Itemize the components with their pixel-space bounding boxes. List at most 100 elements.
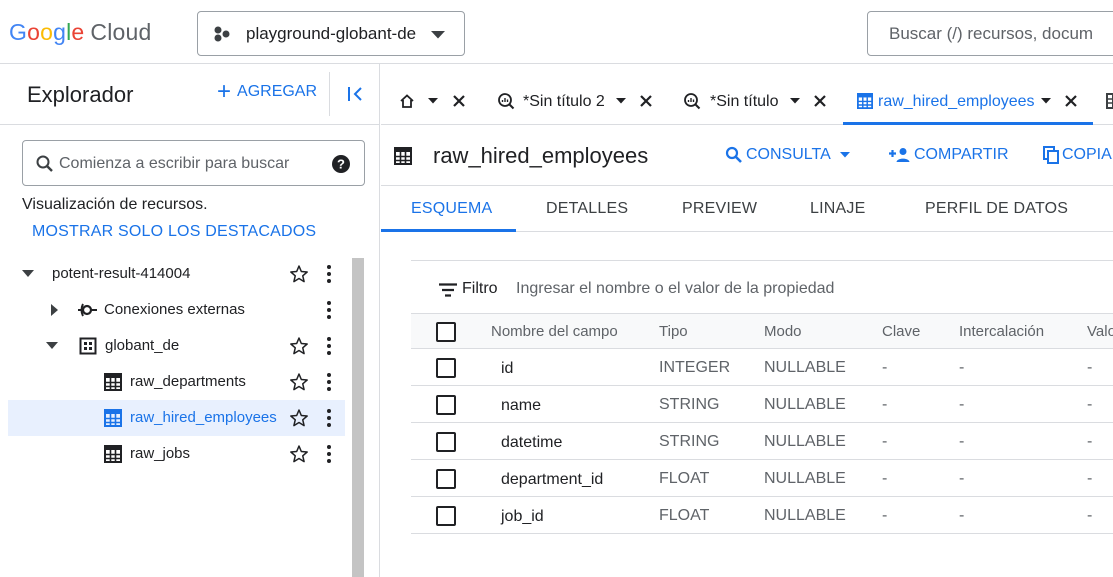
column-header[interactable]: Intercalación — [959, 323, 1044, 340]
star-icon[interactable] — [289, 264, 309, 284]
top-bar: Google Cloud playground-globant-de Buscar… — [0, 0, 1113, 64]
project-picker[interactable]: playground-globant-de — [197, 11, 465, 56]
more-options-icon[interactable] — [326, 336, 332, 356]
tree-item-table[interactable]: raw_departments — [8, 364, 345, 400]
table-icon — [104, 409, 122, 427]
resource-subtabs: ESQUEMA DETALLES PREVIEW LINAJE PERFIL D… — [381, 186, 1113, 232]
project-label: potent-result-414004 — [52, 265, 191, 282]
table-icon[interactable] — [1106, 93, 1113, 109]
tab-details[interactable]: DETALLES — [516, 186, 636, 232]
tab-schema[interactable]: ESQUEMA — [381, 186, 516, 232]
query-icon — [683, 92, 701, 110]
column-header[interactable]: Clave — [882, 323, 920, 340]
editor-tab-bar: *Sin título 2 *Sin título raw_hired_empl… — [381, 64, 1113, 125]
star-icon[interactable] — [289, 372, 309, 392]
chevron-down-icon[interactable] — [428, 98, 438, 104]
copy-button[interactable]: COPIA — [1043, 146, 1112, 164]
field-default: - — [1087, 507, 1093, 524]
tab-table[interactable]: raw_hired_employees — [843, 79, 1093, 125]
explorer-title: Explorador — [27, 82, 134, 107]
logo-cloud-text: Cloud — [90, 19, 152, 45]
chevron-down-icon — [430, 30, 446, 40]
column-header[interactable]: Valo — [1087, 323, 1113, 340]
row-checkbox[interactable] — [436, 395, 456, 415]
more-options-icon[interactable] — [326, 264, 332, 284]
row-checkbox[interactable] — [436, 469, 456, 489]
field-collation: - — [959, 507, 965, 524]
field-name: datetime — [501, 434, 563, 451]
close-icon[interactable] — [813, 94, 827, 108]
google-cloud-logo[interactable]: Google Cloud — [9, 19, 152, 46]
table-icon — [104, 445, 122, 463]
field-name: name — [501, 397, 542, 414]
more-options-icon[interactable] — [326, 408, 332, 428]
chevron-down-icon[interactable] — [790, 98, 800, 104]
tab-query[interactable]: *Sin título — [667, 79, 837, 125]
row-checkbox[interactable] — [436, 506, 456, 526]
tree-item-table[interactable]: raw_jobs — [8, 436, 345, 472]
chevron-down-icon[interactable] — [616, 98, 626, 104]
field-mode: NULLABLE — [764, 359, 846, 376]
share-button[interactable]: COMPARTIR — [889, 146, 1009, 164]
tree-item-project[interactable]: potent-result-414004 — [8, 256, 345, 292]
tree-item-dataset[interactable]: globant_de — [8, 328, 345, 364]
schema-filter-bar[interactable]: Filtro Ingresar el nombre o el valor de … — [411, 260, 1113, 313]
show-starred-link[interactable]: MOSTRAR SOLO LOS DESTACADOS — [32, 223, 316, 241]
column-header[interactable]: Modo — [764, 323, 802, 340]
more-options-icon[interactable] — [326, 444, 332, 464]
project-icon — [212, 24, 232, 44]
star-icon[interactable] — [289, 336, 309, 356]
tab-data-profile[interactable]: PERFIL DE DATOS — [895, 186, 1085, 232]
tree-item-external-connections[interactable]: Conexiones externas — [8, 292, 345, 328]
field-name: id — [501, 360, 514, 377]
row-checkbox[interactable] — [436, 358, 456, 378]
close-icon[interactable] — [452, 94, 466, 108]
help-icon[interactable]: ? — [331, 154, 351, 174]
row-checkbox[interactable] — [436, 432, 456, 452]
close-icon[interactable] — [639, 94, 653, 108]
more-options-icon[interactable] — [326, 372, 332, 392]
tab-home[interactable] — [381, 79, 477, 125]
more-options-icon[interactable] — [326, 300, 332, 320]
explorer-search-input[interactable]: Comienza a escribir para buscar ? — [22, 140, 365, 186]
field-collation: - — [959, 433, 965, 450]
expand-down-icon[interactable] — [45, 341, 59, 351]
close-icon[interactable] — [1064, 94, 1078, 108]
filter-icon — [439, 283, 457, 297]
field-key: - — [882, 396, 888, 413]
dataset-label: globant_de — [105, 337, 180, 354]
table-row[interactable]: id INTEGER NULLABLE - - - — [411, 349, 1113, 386]
column-header[interactable]: Nombre del campo — [491, 323, 618, 340]
table-row[interactable]: name STRING NULLABLE - - - — [411, 386, 1113, 423]
tree-item-table-selected[interactable]: raw_hired_employees — [8, 400, 345, 436]
select-all-checkbox[interactable] — [436, 322, 456, 342]
star-icon[interactable] — [289, 408, 309, 428]
table-row[interactable]: department_id FLOAT NULLABLE - - - — [411, 460, 1113, 497]
query-button-label: CONSULTA — [746, 146, 831, 163]
explorer-scrollbar[interactable] — [352, 258, 364, 577]
logo-letter: o — [40, 19, 54, 45]
logo-letter: o — [27, 19, 41, 45]
tab-lineage[interactable]: LINAJE — [781, 186, 891, 232]
field-mode: NULLABLE — [764, 433, 846, 450]
plus-icon: + — [217, 78, 232, 105]
collapse-panel-icon[interactable] — [346, 84, 366, 104]
schema-table: Nombre del campo Tipo Modo Clave Interca… — [411, 313, 1113, 534]
tab-preview[interactable]: PREVIEW — [653, 186, 763, 232]
star-icon[interactable] — [289, 444, 309, 464]
filter-label: Filtro — [462, 280, 498, 297]
query-button[interactable]: CONSULTA — [725, 146, 850, 164]
tab-query[interactable]: *Sin título 2 — [481, 79, 661, 125]
table-row[interactable]: datetime STRING NULLABLE - - - — [411, 423, 1113, 460]
expand-down-icon[interactable] — [21, 269, 35, 279]
dataset-icon — [79, 337, 97, 355]
global-search-input[interactable]: Buscar (/) recursos, docum — [867, 11, 1113, 56]
expand-right-icon[interactable] — [50, 303, 60, 317]
add-button[interactable]: + AGREGAR — [217, 78, 317, 105]
column-header[interactable]: Tipo — [659, 323, 688, 340]
field-key: - — [882, 470, 888, 487]
field-default: - — [1087, 433, 1093, 450]
chevron-down-icon[interactable] — [1041, 98, 1051, 104]
table-row[interactable]: job_id FLOAT NULLABLE - - - — [411, 497, 1113, 534]
filter-placeholder: Ingresar el nombre o el valor de la prop… — [516, 280, 835, 297]
